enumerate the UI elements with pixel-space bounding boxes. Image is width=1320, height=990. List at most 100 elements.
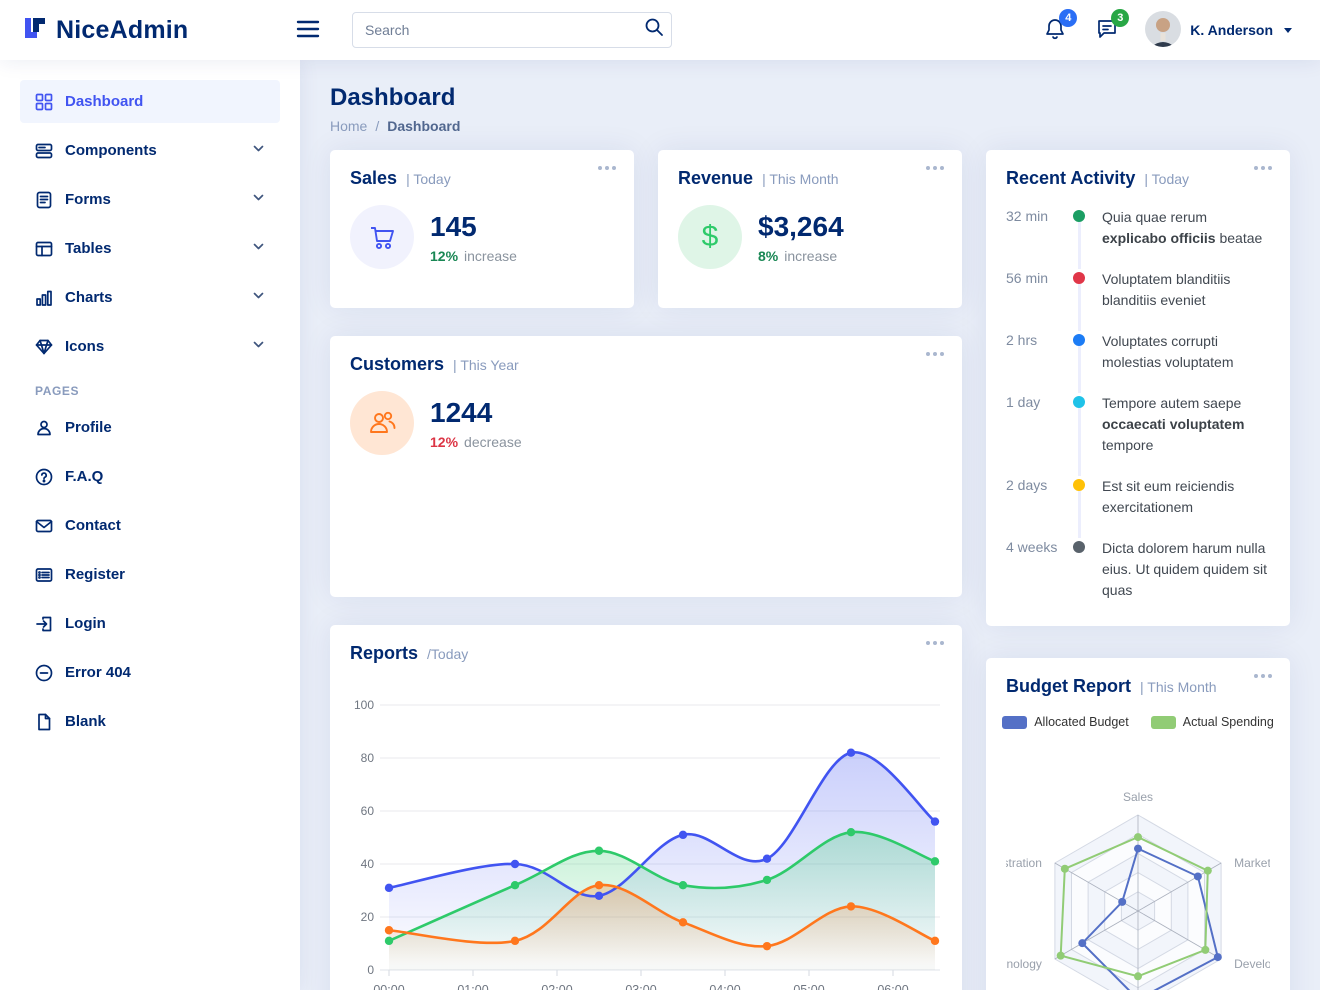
- activity-card-period: | Today: [1144, 171, 1189, 187]
- activity-dot-icon: [1073, 334, 1085, 346]
- bar-chart-icon: [35, 288, 54, 307]
- sidebar-nav: Dashboard Components Forms Tables Charts Icon…: [20, 80, 280, 743]
- sidebar-item-label: Blank: [65, 713, 106, 730]
- revenue-card-period: | This Month: [762, 171, 839, 187]
- bell-icon: [1043, 29, 1067, 44]
- customers-card: Customers | This Year 1244: [330, 336, 962, 597]
- budget-radar-chart: SalesMarketingDevelopmentCustomer Suppor…: [1006, 763, 1270, 990]
- budget-card-period: | This Month: [1140, 679, 1217, 695]
- sidebar-item-label: Tables: [65, 240, 111, 257]
- customers-card-title: Customers | This Year: [330, 336, 962, 387]
- search-form: [352, 12, 672, 48]
- activity-card-menu-button[interactable]: [1250, 162, 1276, 174]
- hamburger-icon: [296, 27, 320, 42]
- sidebar-item-blank[interactable]: Blank: [20, 700, 280, 743]
- person-icon: [35, 418, 54, 437]
- grid-icon: [35, 92, 54, 111]
- activity-timeline: [1068, 269, 1090, 331]
- activity-item: 4 weeks Dicta dolorem harum nulla eius. U…: [1006, 538, 1270, 621]
- sidebar-item-f-a-q[interactable]: F.A.Q: [20, 455, 280, 498]
- sidebar-item-contact[interactable]: Contact: [20, 504, 280, 547]
- sidebar-item-error-404[interactable]: Error 404: [20, 651, 280, 694]
- reports-card-period: /Today: [427, 646, 468, 662]
- sales-card-menu-button[interactable]: [594, 162, 620, 174]
- search-icon: [644, 25, 664, 40]
- budget-report-card: Budget Report | This Month Allocated Bud…: [986, 658, 1290, 990]
- svg-text:Sales: Sales: [1123, 790, 1153, 804]
- chat-icon: [1095, 29, 1119, 44]
- activity-item: 56 minVoluptatem blanditiis blanditiis e…: [1006, 269, 1270, 331]
- notifications-button[interactable]: 4: [1041, 15, 1069, 46]
- sidebar-item-label: Dashboard: [65, 93, 143, 110]
- activity-item: 2 daysEst sit eum reiciendis exercitatio…: [1006, 476, 1270, 538]
- activity-text: Quia quae rerum explicabo officiis beata…: [1090, 207, 1270, 269]
- sidebar-item-label: Register: [65, 566, 125, 583]
- sidebar-item-charts[interactable]: Charts: [20, 276, 280, 319]
- svg-text:00:00: 00:00: [373, 983, 404, 990]
- activity-time: 32 min: [1006, 207, 1068, 269]
- sidebar-item-label: Icons: [65, 338, 104, 355]
- sidebar-item-components[interactable]: Components: [20, 129, 280, 172]
- sales-card: Sales | Today 145: [330, 150, 634, 308]
- chevron-down-icon: [252, 289, 265, 306]
- breadcrumb: Home / Dashboard: [330, 118, 1290, 134]
- cart-icon: [350, 205, 414, 269]
- revenue-card-menu-button[interactable]: [922, 162, 948, 174]
- sidebar-item-tables[interactable]: Tables: [20, 227, 280, 270]
- legend-item-allocated-budget[interactable]: Allocated Budget: [1002, 715, 1129, 729]
- svg-text:80: 80: [361, 751, 375, 765]
- sidebar-item-register[interactable]: Register: [20, 553, 280, 596]
- toggle-sidebar-button[interactable]: [290, 15, 326, 46]
- sidebar-item-label: Error 404: [65, 664, 131, 681]
- header-nav: 4 3: [1041, 11, 1320, 50]
- sidebar-item-profile[interactable]: Profile: [20, 406, 280, 449]
- sidebar-item-label: Charts: [65, 289, 113, 306]
- sales-card-period: | Today: [406, 171, 451, 187]
- legend-item-actual-spending[interactable]: Actual Spending: [1151, 715, 1274, 729]
- activity-time: 1 day: [1006, 393, 1068, 476]
- sidebar-item-label: Components: [65, 142, 157, 159]
- activity-timeline: [1068, 476, 1090, 538]
- sidebar-item-icons[interactable]: Icons: [20, 325, 280, 368]
- customers-value: 1244: [430, 397, 522, 429]
- budget-card-menu-button[interactable]: [1250, 670, 1276, 682]
- activity-list: 32 min Quia quae rerum explicabo officiis…: [986, 201, 1290, 621]
- activity-text: Dicta dolorem harum nulla eius. Ut quide…: [1090, 538, 1270, 621]
- svg-text:Development: Development: [1234, 957, 1270, 971]
- activity-text: Voluptatem blanditiis blanditiis eveniet: [1090, 269, 1270, 331]
- profile-menu-button[interactable]: K. Anderson: [1145, 11, 1292, 50]
- activity-dot-icon: [1073, 210, 1085, 222]
- activity-dot-icon: [1073, 396, 1085, 408]
- activity-dot-icon: [1073, 272, 1085, 284]
- chevron-down-icon: [252, 240, 265, 257]
- notifications-badge: 4: [1059, 9, 1077, 27]
- sidebar-item-login[interactable]: Login: [20, 602, 280, 645]
- search-input[interactable]: [352, 12, 672, 48]
- reports-card-menu-button[interactable]: [922, 637, 948, 649]
- messages-button[interactable]: 3: [1093, 15, 1121, 46]
- activity-card-title: Recent Activity | Today: [986, 150, 1290, 201]
- user-name: K. Anderson: [1190, 22, 1273, 38]
- envelope-icon: [35, 516, 54, 535]
- revenue-card: Revenue | This Month $ $3,264 8%increase: [658, 150, 962, 308]
- sidebar-item-dashboard[interactable]: Dashboard: [20, 80, 280, 123]
- search-submit-button[interactable]: [644, 17, 664, 40]
- sidebar-item-label: Contact: [65, 517, 121, 534]
- breadcrumb-separator: /: [375, 118, 379, 134]
- svg-text:03:00: 03:00: [625, 983, 656, 990]
- activity-time: 4 weeks: [1006, 538, 1068, 621]
- breadcrumb-home-link[interactable]: Home: [330, 118, 367, 134]
- svg-text:06:00: 06:00: [877, 983, 908, 990]
- customers-card-menu-button[interactable]: [922, 348, 948, 360]
- sidebar-section-label: Pages: [35, 384, 280, 398]
- svg-text:Information Technology: Information Technology: [1006, 957, 1042, 971]
- sidebar: Dashboard Components Forms Tables Charts Icon…: [0, 60, 300, 990]
- main-content: Dashboard Home / Dashboard Sales | Today: [300, 60, 1320, 990]
- sidebar-item-forms[interactable]: Forms: [20, 178, 280, 221]
- chevron-down-icon: [252, 142, 265, 159]
- sidebar-item-label: Login: [65, 615, 106, 632]
- svg-text:20: 20: [361, 910, 375, 924]
- gem-icon: [35, 337, 54, 356]
- brand-logo[interactable]: NiceAdmin: [0, 15, 278, 46]
- chevron-down-icon: [252, 191, 265, 208]
